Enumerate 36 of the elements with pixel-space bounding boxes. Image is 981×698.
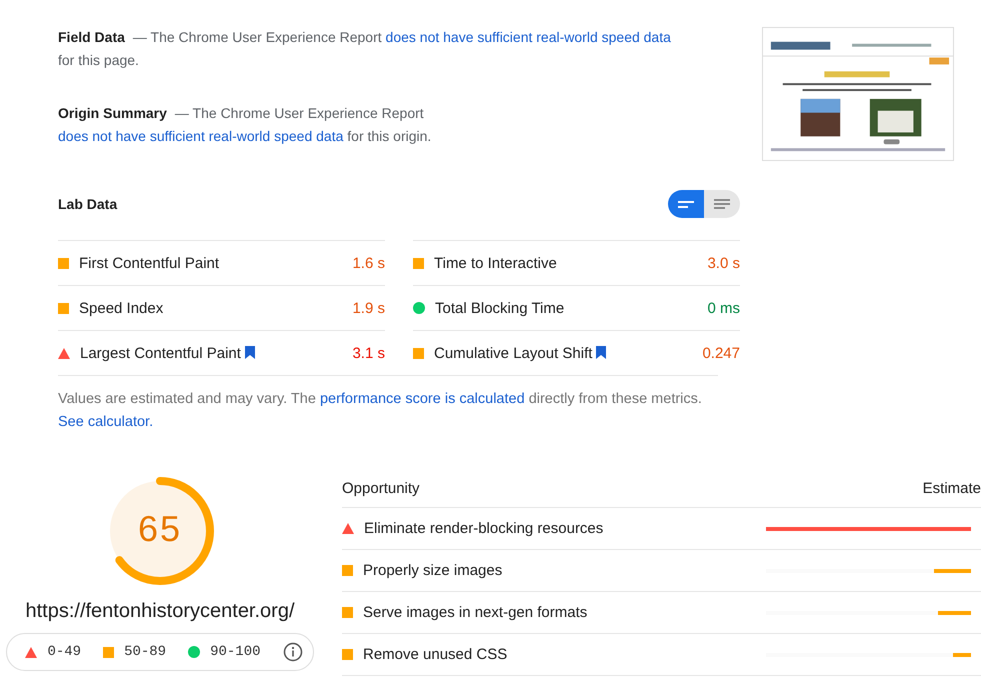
metric-value: 0.247 xyxy=(702,344,740,362)
opportunity-label[interactable]: Properly size images xyxy=(363,562,723,579)
score-link[interactable]: performance score is calculated xyxy=(320,391,525,407)
metric-value: 3.1 s xyxy=(352,344,385,362)
opportunity-label[interactable]: Remove unused CSS xyxy=(363,646,723,663)
score-range: 90-100 xyxy=(210,644,261,660)
column-header: Opportunity xyxy=(342,480,420,497)
opportunity-label[interactable]: Serve images in next-gen formats xyxy=(363,604,723,621)
view-toggle-button[interactable] xyxy=(668,190,704,218)
report-link[interactable]: does not have sufficient real-world speed data xyxy=(58,128,344,144)
metric-label: Total Blocking Time xyxy=(435,300,566,316)
view-toggle-button[interactable] xyxy=(704,190,740,218)
field-data-text: Field Data — The Chrome User Experience Report does not have sufficient real-world speed data for this page. xyxy=(58,28,672,70)
origin-summary-text: Origin Summary — The Chrome User Experience Report does not have sufficient real-world speed data for this origin. xyxy=(58,104,432,146)
metric-value: 0 ms xyxy=(707,300,740,316)
metric-value: 3.0 s xyxy=(707,254,740,272)
score-range: 0-49 xyxy=(47,644,82,660)
metric-label: First Contentful Paint xyxy=(79,254,220,272)
metric-label: Cumulative Layout Shift xyxy=(434,344,702,362)
estimate-note: Values are estimated and may vary. The performance score is calculated directly from these metrics. See calculator. xyxy=(58,375,718,434)
metric-label: Speed Index xyxy=(79,300,164,316)
metric-label: Time to Interactive xyxy=(434,254,558,272)
lab-data-title: Lab Data xyxy=(58,196,118,212)
metric-value: 1.9 s xyxy=(352,300,385,316)
score-value: 65 xyxy=(136,508,184,550)
metric-label: Largest Contentful Paint xyxy=(80,344,352,362)
page-url: https://fentonhistorycenter.org/ xyxy=(25,600,295,623)
calculator-link[interactable]: See calculator. xyxy=(58,414,154,430)
list-icon xyxy=(714,198,730,210)
score-range: 50-89 xyxy=(124,644,166,660)
info-icon[interactable] xyxy=(282,642,303,662)
opportunity-label[interactable]: Eliminate render-blocking resources xyxy=(364,520,724,537)
metric-value: 1.6 s xyxy=(352,254,385,272)
lines-icon xyxy=(678,198,694,210)
column-header: Estimate xyxy=(922,480,981,497)
report-link[interactable]: does not have sufficient real-world speed data xyxy=(386,29,671,45)
